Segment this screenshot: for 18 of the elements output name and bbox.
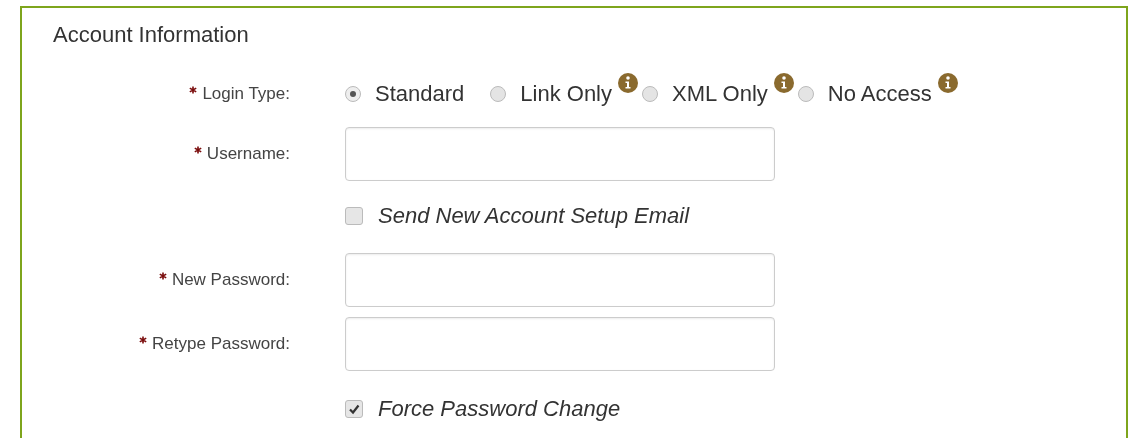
section-title: Account Information <box>53 22 250 48</box>
field-label: New Password: <box>171 270 290 290</box>
input-field[interactable] <box>345 317 775 371</box>
info-icon[interactable] <box>937 73 958 93</box>
info-icon[interactable] <box>773 73 794 93</box>
checkbox-option[interactable]: Send New Account Setup Email <box>345 203 690 229</box>
info-icon[interactable] <box>618 73 638 93</box>
field-label: Login Type: <box>202 84 290 104</box>
radio-option[interactable]: Link Only <box>490 81 612 107</box>
radio-option[interactable]: XML Only <box>642 81 768 107</box>
field-label: Username: <box>206 144 290 164</box>
radio-option[interactable]: Standard <box>345 81 465 107</box>
field-label: Retype Password: <box>152 334 290 354</box>
input-field[interactable] <box>345 127 775 181</box>
checkbox-option[interactable]: Force Password Change <box>345 396 621 422</box>
radio-option[interactable]: No Access <box>797 81 932 107</box>
input-field[interactable] <box>345 253 775 307</box>
checkmark-icon <box>348 403 360 415</box>
